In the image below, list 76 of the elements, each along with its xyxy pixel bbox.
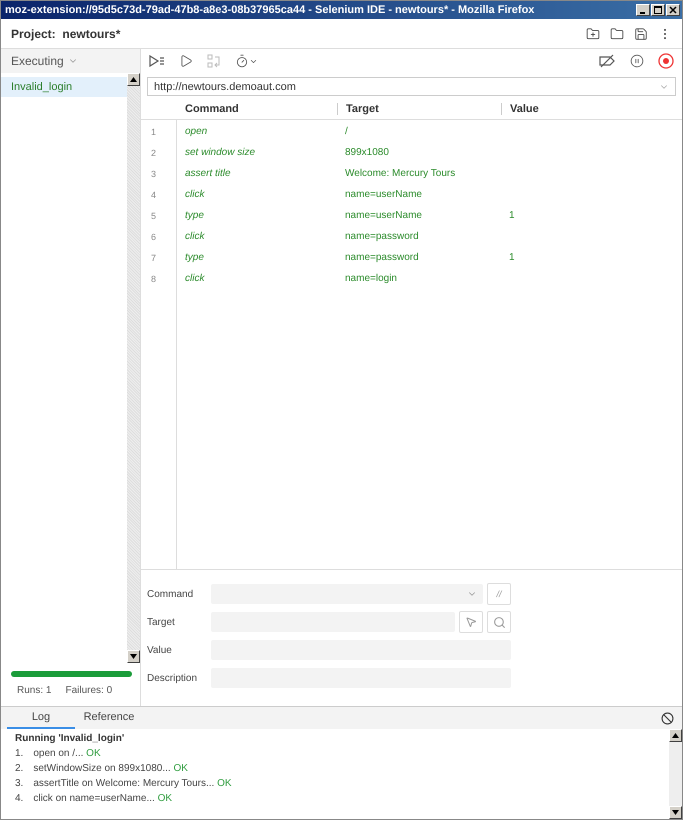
- target-cell-text: name=userName: [344, 189, 423, 200]
- url-field[interactable]: http://newtours.demoaut.com: [147, 77, 676, 96]
- field-label: Target: [147, 616, 176, 628]
- target-cell-text: name=userName: [344, 210, 423, 221]
- field-label: Value: [147, 644, 173, 656]
- line-number: 6: [150, 232, 158, 242]
- close-icon: [669, 6, 677, 14]
- field-label: Description: [147, 672, 198, 684]
- failures-count: Failures: 0: [65, 685, 112, 696]
- speed-icon[interactable]: [235, 54, 258, 68]
- select-target-button[interactable]: [459, 611, 483, 633]
- log-number: 1.: [15, 748, 24, 759]
- clear-icon[interactable]: [661, 712, 674, 724]
- command-cell-text: type: [184, 252, 205, 263]
- runs-count: Runs: 1: [17, 685, 52, 696]
- command-cell-text: open: [184, 126, 208, 137]
- target-cell-text: Welcome: Mercury Tours: [344, 168, 456, 179]
- line-number: 4: [150, 190, 158, 200]
- play-all-icon[interactable]: [149, 54, 165, 68]
- target-cell-text: 899x1080: [344, 147, 390, 158]
- command-cell-text: assert title: [184, 168, 232, 179]
- search-icon: [492, 616, 506, 628]
- close-button[interactable]: [666, 4, 680, 16]
- column-header: Value: [501, 102, 682, 114]
- scroll-down-icon[interactable]: [130, 654, 137, 659]
- pause-icon[interactable]: [630, 54, 644, 68]
- log-number: 4.: [15, 793, 24, 804]
- log-text: open on /... OK: [33, 748, 101, 759]
- log-heading: Running 'Invalid_login': [15, 733, 126, 744]
- log-tab[interactable]: Log: [7, 707, 75, 729]
- log-number: 3.: [15, 778, 24, 789]
- target-cell-text: name=password: [344, 252, 420, 263]
- minimize-button[interactable]: [636, 4, 650, 16]
- value-cell-text: 1: [508, 252, 516, 263]
- test-item[interactable]: Invalid_login: [1, 77, 127, 97]
- command-cell-text: click: [184, 231, 206, 242]
- folder-icon[interactable]: [610, 26, 624, 40]
- line-number: 5: [150, 210, 158, 220]
- log-text: setWindowSize on 899x1080... OK: [33, 763, 188, 774]
- breakpoint-off-icon[interactable]: [598, 54, 616, 68]
- record-icon[interactable]: [658, 53, 674, 69]
- line-number: 3: [150, 168, 158, 178]
- line-number: 7: [150, 252, 158, 262]
- save-icon[interactable]: [634, 26, 648, 40]
- play-icon[interactable]: [179, 54, 193, 68]
- maximize-icon: [654, 6, 662, 14]
- command-cell-text: type: [184, 210, 205, 221]
- scroll-down-icon[interactable]: [672, 810, 679, 815]
- maximize-button[interactable]: [651, 4, 665, 16]
- command-cell-text: click: [184, 189, 206, 200]
- command-cell-text: set window size: [184, 147, 256, 158]
- line-number: 8: [150, 274, 158, 284]
- line-number: 2: [150, 148, 158, 158]
- new-folder-icon[interactable]: [586, 26, 600, 40]
- target-cell-text: name=password: [344, 231, 420, 242]
- column-header: Target: [337, 102, 501, 114]
- command-cell-text: click: [184, 273, 206, 284]
- step-icon: [207, 54, 221, 68]
- scrollbar[interactable]: [127, 73, 140, 663]
- target-cell-text: name=login: [344, 273, 398, 284]
- log-tab[interactable]: Reference: [75, 707, 143, 729]
- log-text: assertTitle on Welcome: Mercury Tours... OK: [33, 778, 232, 789]
- scroll-up-icon[interactable]: [672, 733, 679, 738]
- pointer-icon: [465, 616, 477, 628]
- find-target-button[interactable]: [487, 611, 511, 633]
- scroll-up-icon[interactable]: [130, 77, 137, 82]
- scrollbar[interactable]: [669, 729, 682, 819]
- value-cell-text: 1: [508, 210, 516, 221]
- column-header: Command: [184, 102, 240, 114]
- field-label: Command: [147, 588, 194, 600]
- log-text: click on name=userName... OK: [33, 793, 172, 804]
- log-number: 2.: [15, 763, 24, 774]
- line-number: 1: [150, 126, 158, 136]
- project-title: Project: newtours*: [11, 26, 120, 40]
- window-title: moz-extension://95d5c73d-79ad-47b8-a8e3-08b37965ca44 - Selenium IDE - newtours* - Mozilla Firefox: [5, 4, 534, 16]
- target-cell-text: /: [344, 126, 349, 137]
